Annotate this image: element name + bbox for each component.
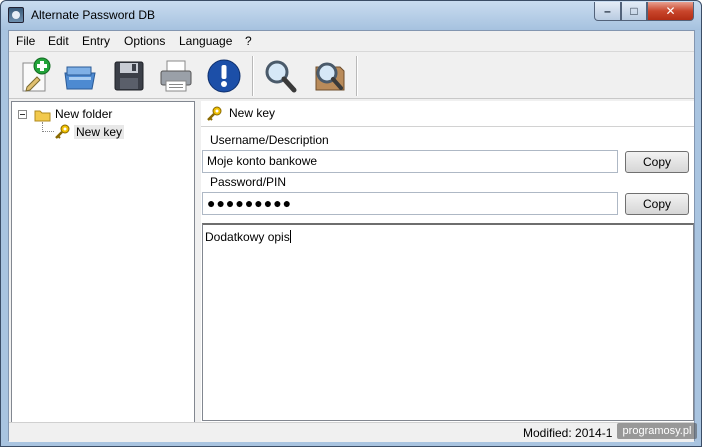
save-icon — [114, 61, 144, 91]
search-folder-icon — [315, 62, 345, 91]
menu-file[interactable]: File — [16, 34, 35, 48]
save-button[interactable] — [110, 57, 148, 95]
close-button[interactable]: ✕ — [647, 2, 694, 21]
password-label: Password/PIN — [210, 175, 287, 189]
new-entry-icon — [22, 57, 51, 92]
info-icon — [207, 59, 241, 93]
open-button[interactable] — [61, 57, 99, 95]
toolbar-separator — [252, 56, 254, 96]
collapse-icon[interactable] — [18, 110, 28, 120]
modified-status: Modified: 2014-1 — [523, 426, 613, 440]
text-caret — [289, 230, 291, 243]
search-folder-button[interactable] — [310, 57, 348, 95]
minimize-button[interactable]: – — [594, 2, 621, 21]
print-icon — [160, 60, 192, 92]
app-icon — [8, 7, 24, 23]
menu-language[interactable]: Language — [179, 34, 232, 48]
toolbar — [9, 51, 694, 99]
menu-help[interactable]: ? — [245, 34, 252, 48]
close-icon: ✕ — [665, 4, 676, 18]
copy-password-button[interactable]: Copy — [625, 193, 689, 215]
tree-item-folder[interactable]: New folder — [16, 106, 166, 123]
key-icon — [55, 124, 70, 139]
client-area: File Edit Entry Options Language ? New f… — [8, 30, 697, 442]
key-icon — [207, 106, 222, 121]
notes-area[interactable]: Dodatkowy opis — [202, 223, 694, 421]
print-button[interactable] — [157, 57, 195, 95]
search-button[interactable] — [261, 57, 299, 95]
username-field[interactable]: Moje konto bankowe — [202, 150, 618, 173]
new-entry-button[interactable] — [15, 57, 53, 95]
toolbar-separator — [356, 56, 358, 96]
password-field[interactable]: ●●●●●●●●● — [202, 192, 618, 215]
tree-item-key[interactable]: New key — [54, 124, 174, 141]
copy-username-button[interactable]: Copy — [625, 151, 689, 173]
tree-key-label: New key — [74, 125, 125, 139]
notes-text: Dodatkowy opis — [205, 230, 290, 244]
watermark: programosy.pl — [617, 423, 697, 439]
tree-view[interactable]: New folder New key — [11, 101, 195, 423]
maximize-icon: □ — [630, 4, 638, 18]
maximize-button[interactable]: □ — [621, 2, 647, 21]
entry-header: New key — [201, 101, 694, 127]
app-window: Alternate Password DB – □ ✕ File Edit En… — [0, 0, 702, 447]
tree-folder-label: New folder — [55, 107, 113, 121]
title-bar: Alternate Password DB – □ ✕ — [1, 1, 701, 30]
menu-edit[interactable]: Edit — [48, 34, 69, 48]
status-bar: Modified: 2014-1 — [9, 422, 694, 442]
folder-icon — [34, 110, 51, 122]
entry-title: New key — [229, 106, 276, 120]
username-label: Username/Description — [210, 133, 329, 147]
minimize-icon: – — [604, 4, 611, 18]
tree-connector — [42, 122, 54, 132]
open-icon — [64, 66, 96, 90]
search-icon — [265, 60, 297, 93]
menu-options[interactable]: Options — [124, 34, 165, 48]
info-button[interactable] — [205, 57, 243, 95]
menu-bar: File Edit Entry Options Language ? — [9, 31, 694, 51]
window-title: Alternate Password DB — [31, 8, 156, 22]
menu-entry[interactable]: Entry — [82, 34, 110, 48]
